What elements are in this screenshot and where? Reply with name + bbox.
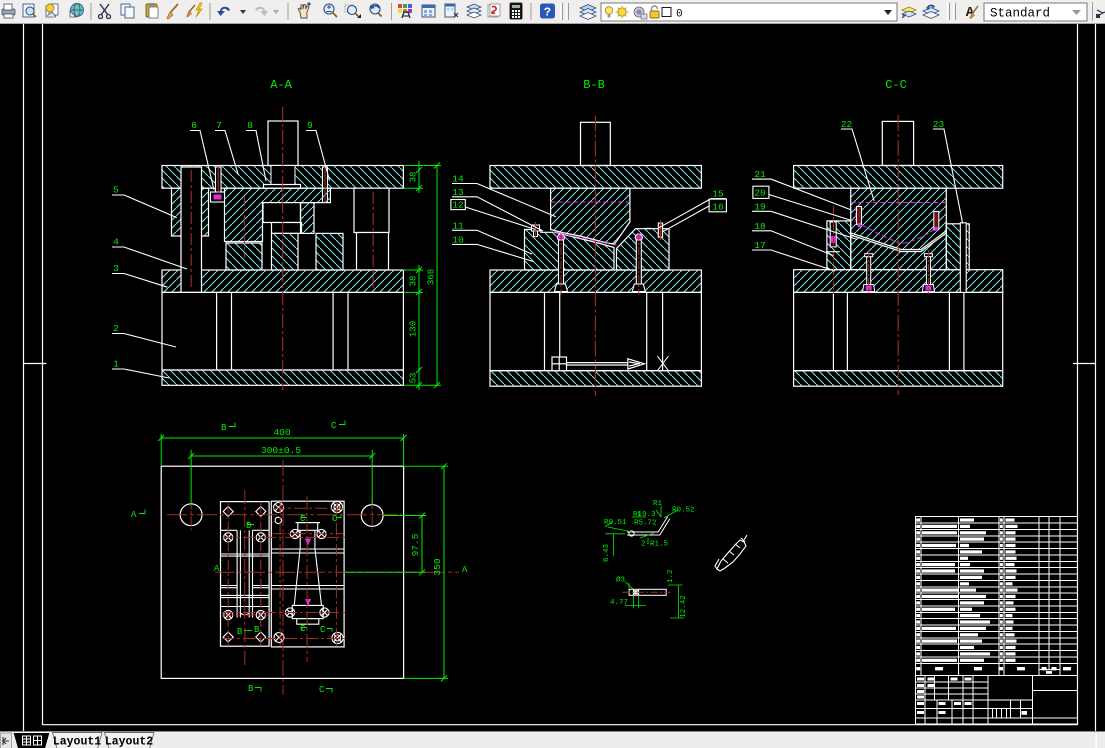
svg-text:C: C [319, 685, 325, 695]
svg-text:6.43: 6.43 [603, 544, 611, 563]
svg-text:11: 11 [452, 220, 464, 231]
svg-text:2-R1.5: 2-R1.5 [641, 541, 669, 549]
svg-text:3: 3 [113, 263, 119, 274]
svg-text:Layout1: Layout1 [53, 736, 101, 748]
svg-text:R0.52: R0.52 [672, 507, 695, 515]
svg-text:A: A [131, 510, 137, 520]
svg-text:A-A: A-A [270, 78, 292, 92]
svg-text:10: 10 [452, 234, 464, 245]
svg-text:C: C [320, 625, 326, 635]
svg-text:38: 38 [409, 276, 419, 287]
svg-text:2: 2 [113, 323, 119, 334]
svg-text:Layout2: Layout2 [105, 736, 153, 748]
svg-text:350: 350 [432, 558, 443, 575]
svg-text:B: B [221, 423, 227, 433]
svg-text:B: B [248, 684, 254, 694]
svg-text:368: 368 [427, 269, 437, 285]
svg-text:16: 16 [712, 202, 724, 213]
svg-text:400: 400 [273, 427, 290, 438]
svg-text:130: 130 [409, 321, 419, 337]
svg-text:5: 5 [113, 185, 119, 196]
svg-text:6: 6 [191, 120, 197, 131]
svg-text:4.77: 4.77 [610, 599, 628, 607]
svg-text:13: 13 [452, 187, 464, 198]
svg-text:D: D [246, 521, 251, 531]
svg-text:17: 17 [754, 240, 765, 251]
svg-text:B: B [237, 627, 243, 637]
svg-text:C: C [332, 514, 338, 524]
svg-text:R5.72: R5.72 [634, 520, 657, 528]
svg-text:4: 4 [113, 237, 119, 248]
svg-text:C: C [300, 514, 306, 524]
svg-text:C: C [331, 421, 337, 431]
svg-text:Standard: Standard [990, 7, 1050, 21]
svg-text:B: B [254, 625, 260, 635]
svg-text:38: 38 [409, 172, 419, 183]
svg-text:R1: R1 [653, 500, 663, 508]
svg-text:R0.51: R0.51 [604, 519, 627, 527]
svg-text:B-B: B-B [583, 78, 605, 92]
svg-text:A: A [462, 565, 468, 575]
svg-text:?: ? [544, 6, 551, 20]
svg-text:1.2: 1.2 [667, 569, 675, 583]
svg-text:97.5: 97.5 [410, 533, 421, 556]
svg-text:21: 21 [754, 169, 766, 180]
svg-text:7: 7 [216, 120, 222, 131]
svg-text:9: 9 [307, 120, 313, 131]
svg-text:18: 18 [754, 221, 766, 232]
svg-text:R19.3: R19.3 [633, 511, 656, 519]
svg-text:C-C: C-C [885, 78, 907, 92]
svg-text:Ø3: Ø3 [616, 576, 626, 585]
svg-text:22: 22 [841, 119, 853, 130]
svg-text:A: A [214, 564, 220, 574]
svg-text:1: 1 [113, 359, 119, 370]
svg-text:8: 8 [247, 120, 253, 131]
svg-text:15: 15 [712, 189, 724, 200]
svg-text:300±0.5: 300±0.5 [261, 445, 301, 456]
svg-text:23: 23 [933, 119, 945, 130]
svg-text:53: 53 [409, 373, 419, 384]
svg-text:19: 19 [754, 201, 766, 212]
svg-text:14: 14 [452, 174, 464, 185]
svg-text:0: 0 [676, 9, 683, 21]
svg-text:C: C [300, 624, 306, 634]
svg-text:20: 20 [754, 187, 766, 198]
svg-text:12: 12 [452, 200, 464, 211]
svg-text:12.42: 12.42 [680, 595, 688, 618]
